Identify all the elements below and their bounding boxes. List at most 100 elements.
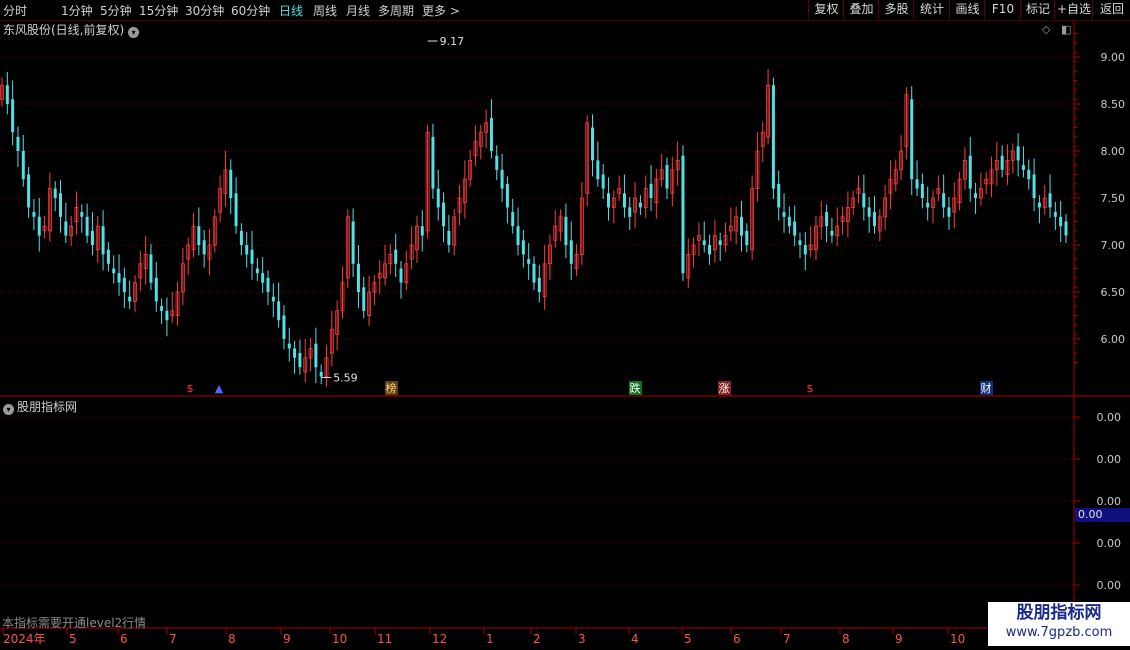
candle-body: [282, 315, 286, 339]
event-marker: 跌: [630, 381, 641, 395]
stock-title[interactable]: 东风股份(日线,前复权): [3, 23, 124, 37]
candle-body: [942, 193, 946, 208]
candle-body: [420, 226, 424, 236]
candle-body: [319, 371, 323, 377]
candle-body: [862, 193, 866, 208]
period-tab-5[interactable]: 60分钟: [231, 2, 270, 19]
candle-body: [431, 136, 435, 189]
candle-body: [532, 263, 536, 283]
candle-body: [362, 287, 366, 311]
candle-body: [1000, 155, 1004, 170]
period-tab-1[interactable]: 1分钟: [61, 2, 93, 19]
period-tab-10[interactable]: 更多 >: [422, 2, 460, 19]
candle-body: [165, 310, 169, 321]
period-tab-4[interactable]: 30分钟: [185, 2, 224, 19]
candle-body: [27, 174, 31, 208]
tool-button-0[interactable]: 复权: [808, 0, 844, 19]
period-tab-9[interactable]: 多周期: [378, 2, 414, 19]
candle-body: [287, 343, 291, 349]
indicator-header: ▾ 股朋指标网: [3, 398, 77, 415]
candle-body: [606, 193, 610, 208]
candle-body: [681, 155, 685, 274]
candle-body: [80, 212, 84, 217]
time-tick-label: 7: [783, 632, 791, 646]
candle-body: [516, 226, 520, 245]
price-tick-label: 7.50: [1101, 192, 1126, 205]
candle-body: [1053, 212, 1057, 217]
event-marker: 财: [981, 381, 992, 395]
tool-button-4[interactable]: 画线: [949, 0, 985, 19]
candle-body: [665, 165, 669, 189]
candle-body: [1016, 146, 1020, 161]
event-marker: 榜: [386, 381, 397, 395]
period-tab-6[interactable]: 日线: [279, 2, 303, 19]
candle-body: [255, 268, 259, 274]
candle-body: [1027, 169, 1031, 180]
indicator-dropdown-icon[interactable]: ▾: [3, 404, 14, 415]
candle-body: [202, 240, 206, 255]
candle-body: [1021, 165, 1025, 170]
candle-body: [250, 249, 254, 264]
tool-button-5[interactable]: F10: [984, 0, 1021, 19]
candle-body: [117, 273, 121, 283]
tool-button-1[interactable]: 叠加: [843, 0, 879, 19]
candle-body: [825, 212, 829, 227]
candle-body: [830, 230, 834, 236]
event-marker: $: [807, 382, 814, 395]
time-tick-label: 4: [631, 632, 639, 646]
candle-body: [356, 263, 360, 292]
candle-body: [436, 188, 440, 208]
candle-body: [771, 85, 775, 189]
candle-body: [739, 216, 743, 236]
tool-button-6[interactable]: 标记: [1020, 0, 1055, 19]
candle-body: [59, 193, 63, 217]
candle-body: [1064, 221, 1068, 236]
candle-body: [90, 230, 94, 245]
candle-body: [787, 216, 791, 227]
time-tick-label: 9: [895, 632, 903, 646]
time-tick-label: 10: [950, 632, 965, 646]
candle-body: [314, 343, 318, 368]
tool-button-3[interactable]: 统计: [913, 0, 950, 19]
annotation-label: 9.17: [440, 35, 465, 48]
candle-body: [122, 277, 126, 292]
dropdown-chevron-icon[interactable]: ▾: [128, 27, 140, 38]
candle-body: [21, 151, 25, 180]
diamond-icon[interactable]: ◇: [1042, 23, 1050, 36]
time-tick-label: 8: [228, 632, 236, 646]
indicator-current-value: 0.00: [1075, 508, 1130, 522]
candle-body: [1059, 216, 1063, 227]
candle-body: [5, 85, 9, 104]
candle-body: [277, 301, 281, 321]
indicator-title[interactable]: 股朋指标网: [17, 400, 77, 414]
candle-body: [521, 240, 525, 255]
time-tick-label: 5: [684, 632, 692, 646]
time-tick-label: 5: [69, 632, 77, 646]
candle-body: [298, 353, 302, 368]
candle-body: [85, 216, 89, 236]
period-tab-8[interactable]: 月线: [346, 2, 370, 19]
chart-header: 东风股份(日线,前复权) ▾: [3, 21, 140, 38]
price-tick-label: 8.00: [1101, 145, 1126, 158]
event-marker: $: [187, 382, 194, 395]
price-tick-label: 7.00: [1101, 239, 1126, 252]
period-tab-2[interactable]: 5分钟: [100, 2, 132, 19]
period-tab-3[interactable]: 15分钟: [139, 2, 178, 19]
tool-button-2[interactable]: 多股: [878, 0, 914, 19]
tool-button-7[interactable]: +自选: [1054, 0, 1093, 19]
candle-body: [649, 183, 653, 198]
candle-body: [527, 259, 531, 264]
candle-body: [798, 240, 802, 245]
candle-body: [708, 245, 712, 255]
candle-body: [628, 207, 632, 217]
time-tick-label: 1: [486, 632, 494, 646]
period-tab-0[interactable]: 分时: [3, 2, 27, 19]
candle-body: [16, 136, 20, 151]
candle-body: [239, 230, 243, 245]
period-tab-7[interactable]: 周线: [313, 2, 337, 19]
indicator-tick-label: 0.00: [1097, 579, 1122, 592]
kline-chart[interactable]: 6.006.507.007.508.008.509.00 0.000.000.0…: [0, 0, 1130, 650]
split-pane-icon[interactable]: ◧: [1061, 23, 1071, 36]
tool-button-8[interactable]: 返回: [1092, 0, 1130, 19]
price-axis: 6.00 6.50 7.00 7.50 8.00 8.50 9.00: [1074, 33, 1126, 363]
